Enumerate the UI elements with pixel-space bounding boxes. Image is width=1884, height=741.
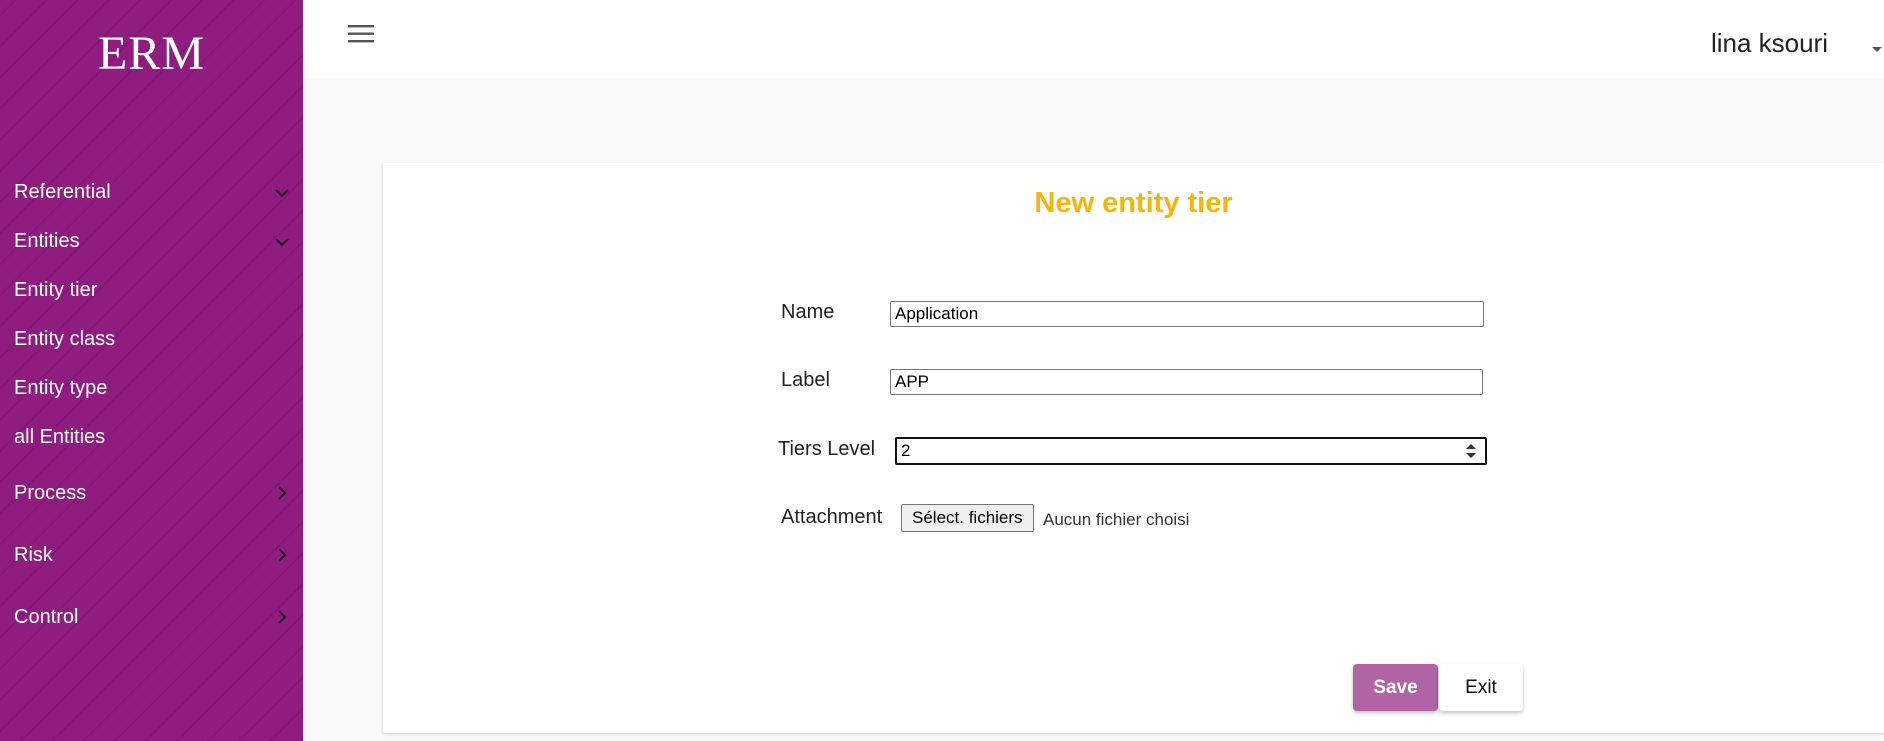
name-label: Name xyxy=(781,301,835,323)
chevron-right-icon xyxy=(273,484,291,502)
name-field[interactable]: Application xyxy=(890,301,1484,327)
top-bar: lina ksouri xyxy=(303,0,1884,78)
sidebar-item-label: Control xyxy=(14,606,79,628)
sidebar-item-label: Entities xyxy=(14,230,80,252)
hamburger-icon[interactable] xyxy=(347,22,375,46)
label-field[interactable]: APP xyxy=(890,369,1483,395)
attachment-label: Attachment xyxy=(781,506,883,528)
sidebar-item-label: Risk xyxy=(14,544,53,566)
page-title: New entity tier xyxy=(1034,187,1233,219)
app-root: ERM Referential Entities Entity tier Ent… xyxy=(0,0,1884,741)
sidebar-item-risk[interactable]: Risk xyxy=(0,524,303,586)
sidebar-item-control[interactable]: Control xyxy=(0,586,303,648)
chevron-right-icon xyxy=(273,608,291,626)
tiers-level-stepper[interactable]: 2 xyxy=(895,437,1487,465)
spinner-icon[interactable] xyxy=(1465,442,1477,460)
tiers-level-label: Tiers Level xyxy=(778,438,876,460)
sidebar-item-referential[interactable]: Referential xyxy=(0,168,303,217)
sidebar-item-entity-class[interactable]: Entity class xyxy=(0,315,303,364)
select-files-button[interactable]: Sélect. fichiers xyxy=(901,504,1034,532)
sidebar-item-label: Referential xyxy=(14,181,111,203)
label-label: Label xyxy=(781,369,830,391)
sidebar-item-entities[interactable]: Entities xyxy=(0,217,303,266)
tiers-level-value: 2 xyxy=(901,441,911,460)
sidebar-item-label: Entity class xyxy=(14,328,116,350)
form-card: New entity tier Name Application Label A… xyxy=(383,163,1884,733)
chevron-down-icon xyxy=(273,233,291,251)
sidebar-item-all-entities[interactable]: all Entities xyxy=(0,413,303,462)
exit-button[interactable]: Exit xyxy=(1439,664,1523,711)
file-status-text: Aucun fichier choisi xyxy=(1043,510,1190,529)
save-button[interactable]: Save xyxy=(1353,664,1438,711)
sidebar-item-entity-tier[interactable]: Entity tier xyxy=(0,266,303,315)
sidebar-item-label: all Entities xyxy=(14,426,106,448)
sidebar-item-process[interactable]: Process xyxy=(0,462,303,524)
sidebar-item-label: Entity type xyxy=(14,377,108,399)
sidebar: ERM Referential Entities Entity tier Ent… xyxy=(0,0,303,741)
sidebar-item-label: Process xyxy=(14,482,87,504)
sidebar-item-entity-type[interactable]: Entity type xyxy=(0,364,303,413)
chevron-right-icon xyxy=(273,546,291,564)
caret-down-icon[interactable] xyxy=(1870,42,1884,52)
brand-logo: ERM xyxy=(97,27,205,80)
sidebar-item-label: Entity tier xyxy=(14,279,98,301)
user-name[interactable]: lina ksouri xyxy=(1711,28,1828,59)
chevron-down-icon xyxy=(273,184,291,202)
sidebar-nav: Referential Entities Entity tier Entity … xyxy=(0,168,303,648)
